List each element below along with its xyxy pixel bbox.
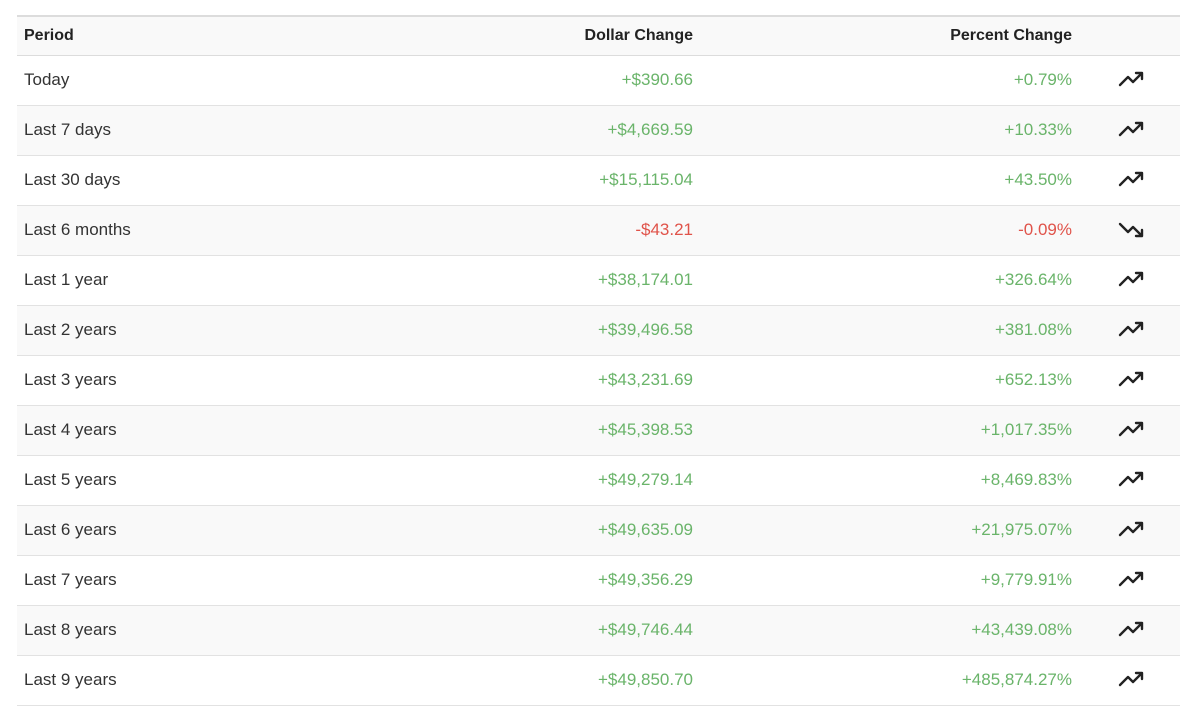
trend-cell (1072, 105, 1180, 155)
dollar-change-cell: +$49,356.29 (597, 570, 693, 589)
table-row: Last 30 days +$15,115.04 +43.50% (17, 155, 1180, 205)
trend-cell (1072, 55, 1180, 105)
trend-cell (1072, 655, 1180, 705)
trending-up-icon (1118, 420, 1146, 440)
table-row: Today +$390.66 +0.79% (17, 55, 1180, 105)
trending-up-icon (1118, 370, 1146, 390)
trending-up-icon (1118, 470, 1146, 490)
table-row: Last 2 years +$39,496.58 +381.08% (17, 305, 1180, 355)
period-cell: Last 6 years (24, 520, 117, 539)
period-cell: Last 7 years (24, 570, 117, 589)
dollar-change-cell: +$49,850.70 (597, 670, 693, 689)
percent-change-cell: -0.09% (1018, 220, 1072, 239)
percent-change-cell: +43.50% (1004, 170, 1072, 189)
period-cell: Last 7 days (24, 120, 111, 139)
trending-up-icon (1118, 570, 1146, 590)
table-row: Last 9 years +$49,850.70 +485,874.27% (17, 655, 1180, 705)
trending-up-icon (1118, 620, 1146, 640)
trending-up-icon (1118, 520, 1146, 540)
period-cell: Last 9 years (24, 670, 117, 689)
trend-cell (1072, 505, 1180, 555)
table-row: Last 3 years +$43,231.69 +652.13% (17, 355, 1180, 405)
trending-up-icon (1118, 270, 1146, 290)
percent-change-cell: +10.33% (1004, 120, 1072, 139)
trend-cell (1072, 255, 1180, 305)
percent-change-cell: +8,469.83% (980, 470, 1072, 489)
table-row: Last 7 years +$49,356.29 +9,779.91% (17, 555, 1180, 605)
percent-change-cell: +326.64% (994, 270, 1072, 289)
table-header: Period Dollar Change Percent Change (17, 16, 1180, 55)
performance-table-container: Period Dollar Change Percent Change Toda… (17, 15, 1180, 706)
trending-up-icon (1118, 120, 1146, 140)
dollar-change-cell: -$43.21 (635, 220, 693, 239)
trend-cell (1072, 405, 1180, 455)
trending-up-icon (1118, 320, 1146, 340)
period-cell: Last 4 years (24, 420, 117, 439)
trend-cell (1072, 205, 1180, 255)
table-row: Last 6 months -$43.21 -0.09% (17, 205, 1180, 255)
period-cell: Last 2 years (24, 320, 117, 339)
trend-cell (1072, 155, 1180, 205)
dollar-change-cell: +$45,398.53 (597, 420, 693, 439)
percent-change-cell: +21,975.07% (971, 520, 1072, 539)
header-percent-change: Percent Change (950, 26, 1072, 44)
dollar-change-cell: +$15,115.04 (599, 170, 693, 189)
table-row: Last 6 years +$49,635.09 +21,975.07% (17, 505, 1180, 555)
table-body: Today +$390.66 +0.79% Last 7 days +$4,669.59… (17, 55, 1180, 705)
period-cell: Last 5 years (24, 470, 117, 489)
trend-cell (1072, 305, 1180, 355)
dollar-change-cell: +$43,231.69 (597, 370, 693, 389)
trend-cell (1072, 455, 1180, 505)
header-dollar-change: Dollar Change (584, 26, 693, 44)
dollar-change-cell: +$390.66 (621, 70, 693, 89)
table-row: Last 1 year +$38,174.01 +326.64% (17, 255, 1180, 305)
period-cell: Last 1 year (24, 270, 109, 289)
dollar-change-cell: +$49,635.09 (597, 520, 693, 539)
dollar-change-cell: +$49,746.44 (597, 620, 693, 639)
period-cell: Last 3 years (24, 370, 117, 389)
trending-down-icon (1118, 220, 1146, 240)
period-cell: Last 8 years (24, 620, 117, 639)
period-cell: Today (24, 70, 70, 89)
percent-change-cell: +652.13% (994, 370, 1072, 389)
percent-change-cell: +485,874.27% (961, 670, 1072, 689)
header-trend (1072, 16, 1180, 55)
period-cell: Last 30 days (24, 170, 121, 189)
percent-change-cell: +9,779.91% (980, 570, 1072, 589)
percent-change-cell: +381.08% (994, 320, 1072, 339)
trend-cell (1072, 605, 1180, 655)
period-cell: Last 6 months (24, 220, 131, 239)
dollar-change-cell: +$49,279.14 (597, 470, 693, 489)
percent-change-cell: +43,439.08% (971, 620, 1072, 639)
dollar-change-cell: +$4,669.59 (607, 120, 693, 139)
trend-cell (1072, 555, 1180, 605)
trending-up-icon (1118, 170, 1146, 190)
dollar-change-cell: +$39,496.58 (597, 320, 693, 339)
header-row: Period Dollar Change Percent Change (17, 16, 1180, 55)
header-period: Period (24, 26, 74, 44)
trending-up-icon (1118, 70, 1146, 90)
table-row: Last 4 years +$45,398.53 +1,017.35% (17, 405, 1180, 455)
performance-table: Period Dollar Change Percent Change Toda… (17, 15, 1180, 706)
percent-change-cell: +1,017.35% (980, 420, 1072, 439)
trending-up-icon (1118, 670, 1146, 690)
trend-cell (1072, 355, 1180, 405)
dollar-change-cell: +$38,174.01 (597, 270, 693, 289)
percent-change-cell: +0.79% (1013, 70, 1072, 89)
table-row: Last 7 days +$4,669.59 +10.33% (17, 105, 1180, 155)
table-row: Last 5 years +$49,279.14 +8,469.83% (17, 455, 1180, 505)
table-row: Last 8 years +$49,746.44 +43,439.08% (17, 605, 1180, 655)
